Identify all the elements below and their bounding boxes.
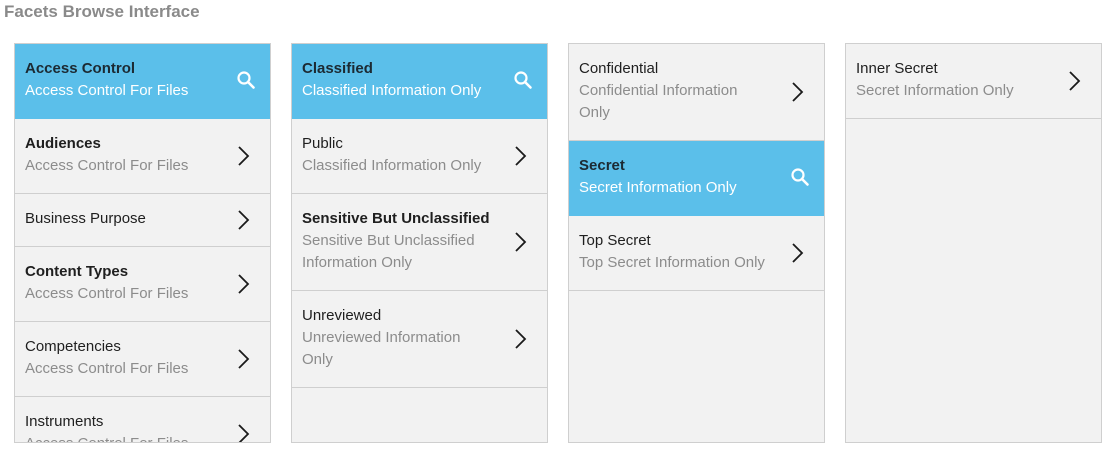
facet-item[interactable]: Classified Classified Information Only (292, 44, 547, 119)
facet-item-subtitle: Sensitive But Unclassified Information O… (302, 232, 475, 271)
facet-item-title: Public (302, 135, 343, 152)
facet-item[interactable]: Unreviewed Unreviewed Information Only (292, 291, 547, 388)
chevron-right-icon[interactable] (236, 273, 256, 295)
facet-item-title: Confidential (579, 60, 659, 77)
facet-item[interactable]: Secret Secret Information Only (569, 141, 824, 216)
chevron-right-icon[interactable] (513, 231, 533, 253)
facet-column-3: Confidential Confidential Information On… (568, 43, 825, 443)
facet-item[interactable]: Content Types Access Control For Files (15, 247, 270, 322)
chevron-right-icon[interactable] (236, 348, 256, 370)
facet-item-title: Secret (579, 157, 625, 174)
facet-item-title: Access Control (25, 60, 136, 77)
chevron-right-icon[interactable] (790, 242, 810, 264)
facet-item[interactable]: Public Classified Information Only (292, 119, 547, 194)
facet-item-title: Instruments (25, 413, 104, 430)
facet-item[interactable]: Competencies Access Control For Files (15, 322, 270, 397)
facet-item-title: Inner Secret (856, 60, 938, 77)
facet-item[interactable]: Business Purpose (15, 194, 270, 247)
facet-item-subtitle: Top Secret Information Only (579, 254, 765, 271)
chevron-right-icon[interactable] (790, 81, 810, 103)
facet-item-title: Unreviewed (302, 307, 382, 324)
facet-item[interactable]: Top Secret Top Secret Information Only (569, 216, 824, 291)
facet-column-4: Inner Secret Secret Information Only (845, 43, 1102, 443)
chevron-right-icon[interactable] (236, 423, 256, 442)
page-title: Facets Browse Interface (4, 2, 200, 21)
facet-item-subtitle: Access Control For Files (25, 360, 189, 377)
chevron-right-icon[interactable] (513, 328, 533, 350)
facet-item-subtitle: Classified Information Only (302, 157, 482, 174)
facet-column-2: Classified Classified Information Only P… (291, 43, 548, 443)
facet-item-subtitle: Confidential Information Only (579, 82, 738, 121)
facet-item-title: Content Types (25, 263, 129, 280)
facet-item[interactable]: Audiences Access Control For Files (15, 119, 270, 194)
facet-item-title: Audiences (25, 135, 101, 152)
facet-item-title: Sensitive But Unclassified (302, 210, 490, 227)
facet-item[interactable]: Sensitive But Unclassified Sensitive But… (292, 194, 547, 291)
facet-item[interactable]: Inner Secret Secret Information Only (846, 44, 1101, 119)
facet-item-subtitle: Access Control For Files (25, 433, 226, 442)
facet-item-title: Competencies (25, 338, 121, 355)
facet-item-subtitle: Access Control For Files (25, 82, 189, 99)
facet-item-subtitle: Classified Information Only (302, 82, 482, 99)
search-icon[interactable] (790, 167, 810, 189)
search-icon[interactable] (513, 70, 533, 92)
facet-item-subtitle: Secret Information Only (579, 179, 737, 196)
facet-item[interactable]: Instruments Access Control For Files (15, 397, 270, 442)
chevron-right-icon[interactable] (1067, 70, 1087, 92)
facet-item-title: Top Secret (579, 232, 651, 249)
facet-item-subtitle: Secret Information Only (856, 82, 1014, 99)
facet-item-subtitle: Access Control For Files (25, 285, 189, 302)
chevron-right-icon[interactable] (236, 209, 256, 231)
facet-item-subtitle: Unreviewed Information Only (302, 329, 461, 368)
facet-column-1: Access Control Access Control For Files … (14, 43, 271, 443)
facet-item[interactable]: Access Control Access Control For Files (15, 44, 270, 119)
chevron-right-icon[interactable] (236, 145, 256, 167)
facet-item-title: Business Purpose (25, 210, 146, 227)
facet-item-subtitle: Access Control For Files (25, 157, 189, 174)
chevron-right-icon[interactable] (513, 145, 533, 167)
facet-item-title: Classified (302, 60, 373, 77)
facet-item[interactable]: Confidential Confidential Information On… (569, 44, 824, 141)
search-icon[interactable] (236, 70, 256, 92)
